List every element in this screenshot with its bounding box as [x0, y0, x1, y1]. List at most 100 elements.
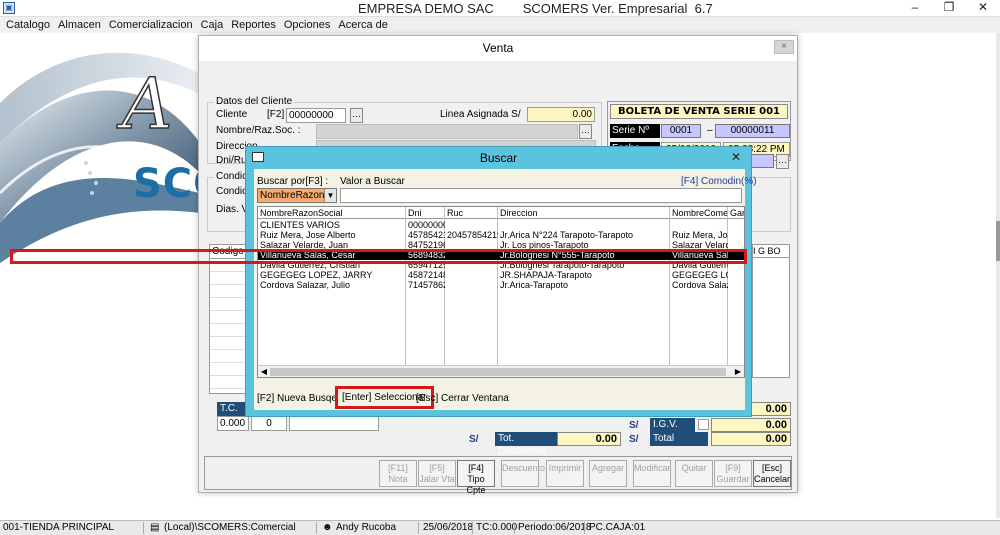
- tipo-cpte-button[interactable]: [F4] Tipo Cpte: [457, 460, 495, 495]
- buscar-por-select[interactable]: NombreRazonSoci ▼: [257, 188, 337, 203]
- tipo-lookup-button[interactable]: …: [776, 154, 789, 169]
- cell-dni: 71457862: [408, 280, 445, 290]
- result-row[interactable]: Ruiz Mera, Jose Alberto 45785421 204578542…: [258, 230, 744, 240]
- scroll-right-icon[interactable]: ▶: [732, 366, 744, 377]
- col-header-ruc[interactable]: Ruc: [445, 207, 498, 219]
- linea-asignada-field[interactable]: 0.00: [527, 107, 595, 122]
- descuento-label: Tot. Descuento: [495, 432, 557, 457]
- restore-button[interactable]: ❐: [932, 0, 966, 17]
- database-icon: ▤: [150, 522, 160, 533]
- venta-title: Venta: [199, 36, 797, 61]
- app-title: EMPRESA DEMO SAC SCOMERS Ver. Empresaria…: [358, 1, 713, 16]
- items-grid-right[interactable]: [752, 258, 790, 378]
- cell-nombre: Ruiz Mera, Jose Alberto: [260, 230, 356, 240]
- nombre-field[interactable]: [316, 124, 578, 139]
- cerrar-ventana-hint[interactable]: [Esc] Cerrar Ventana: [416, 393, 509, 404]
- numero-field[interactable]: 00000011: [715, 124, 790, 138]
- imprimir-button[interactable]: Imprimir: [546, 460, 584, 487]
- items-grid-right-header: I G BO ▲: [752, 244, 790, 268]
- col-header-nombre[interactable]: NombreRazonSocial: [258, 207, 406, 219]
- descuento-button[interactable]: Descuento: [501, 460, 545, 487]
- total-currency: S/: [629, 434, 639, 445]
- scroll-thumb[interactable]: [270, 368, 726, 376]
- jalar-vta-button[interactable]: [F5] Jalar Vta: [418, 460, 456, 487]
- igv-label: I.G.V.(18%): [650, 418, 695, 443]
- descuento-value: 0.00: [557, 432, 621, 446]
- cell-nombre-comercial: GEGEGEG LOPEZ: [672, 270, 728, 280]
- buscar-close-button[interactable]: ✕: [727, 149, 745, 165]
- cell-dni: 00000000: [408, 220, 445, 230]
- status-pc: PC.CAJA:01: [589, 522, 646, 533]
- chevron-down-icon[interactable]: ▼: [324, 189, 336, 202]
- venta-toolbar: [F11] Nota [F5] Jalar Vta [F4] Tipo Cpte De…: [204, 456, 792, 495]
- status-tienda: 001-TIENDA PRINCIPAL: [3, 522, 114, 533]
- valor-buscar-input[interactable]: [340, 188, 742, 203]
- nombre-lookup-button[interactable]: …: [579, 124, 592, 139]
- cell-ruc: 20457854219: [447, 230, 498, 240]
- buscar-body: Buscar por[F3] : Valor a Buscar [F4] Com…: [254, 169, 757, 410]
- tc-second-field[interactable]: 0: [251, 416, 287, 431]
- venta-close-button[interactable]: ×: [774, 40, 794, 54]
- status-database: (Local)\SCOMERS:Comercial: [164, 522, 296, 533]
- nueva-busqueda-hint[interactable]: [F2] Nueva Busqeda: [257, 393, 348, 404]
- menu-caja[interactable]: Caja: [197, 19, 228, 31]
- close-button[interactable]: ✕: [966, 0, 1000, 17]
- cliente-label: Cliente: [216, 109, 248, 120]
- quitar-button[interactable]: Quitar: [675, 460, 713, 487]
- result-row[interactable]: Cordova Salazar, Julio 71457862 Jr.Arica-T…: [258, 280, 744, 290]
- result-row[interactable]: CLIENTES VARIOS 00000000: [258, 220, 744, 230]
- status-periodo: Periodo:06/2018: [518, 522, 592, 533]
- nota-button[interactable]: [F11] Nota: [379, 460, 417, 487]
- menu-opciones[interactable]: Opciones: [280, 19, 334, 31]
- result-row[interactable]: Villanueva Salas, Cesar 56894832 Jr.Bologn…: [258, 250, 744, 260]
- cell-direccion: Jr.Arica-Tarapoto: [500, 280, 569, 290]
- cliente-code-field[interactable]: 00000000: [286, 108, 346, 123]
- cell-direccion: JR.SHAPAJA-Tarapoto: [500, 270, 592, 280]
- cell-dni: 84752196: [408, 240, 445, 250]
- menu-catalogo[interactable]: Catalogo: [2, 19, 54, 31]
- serie-field[interactable]: 0001: [661, 124, 701, 138]
- cliente-search-button[interactable]: …: [350, 108, 363, 123]
- menu-almacen[interactable]: Almacen: [54, 19, 105, 31]
- cell-nombre: Salazar Velarde, Juan: [260, 240, 349, 250]
- scroll-left-icon[interactable]: ◀: [258, 366, 270, 377]
- cell-nombre-comercial: Villanueva Salas: [672, 250, 728, 260]
- col-header-nombre-comercial[interactable]: NombreComerci: [670, 207, 728, 219]
- tc-third-field[interactable]: [289, 416, 379, 431]
- results-table[interactable]: NombreRazonSocial Dni Ruc Direccion Nomb…: [257, 206, 745, 378]
- total-label: Total: [650, 432, 708, 446]
- cell-nombre-comercial: Ruiz Mera, Jose: [672, 230, 728, 240]
- result-row[interactable]: Davila Gutierrez, Cristian 65947129 Jr.Bol…: [258, 260, 744, 270]
- datos-cliente-label: Datos del Cliente: [214, 96, 295, 107]
- igv-checkbox[interactable]: [698, 419, 709, 430]
- serie-label: Serie Nº: [610, 124, 660, 138]
- cancelar-button[interactable]: [Esc] Cancelar: [753, 460, 791, 487]
- col-header-dni[interactable]: Dni: [406, 207, 445, 219]
- minimize-button[interactable]: –: [898, 0, 932, 17]
- agregar-button[interactable]: Agregar: [589, 460, 627, 487]
- cell-direccion: Jr.Bolognesi N°555-Tarapoto: [500, 250, 615, 260]
- status-bar: 001-TIENDA PRINCIPAL ▤ (Local)\SCOMERS:C…: [0, 520, 1000, 535]
- cell-direccion: Jr.Bolognesi Tarapoto-Tarapoto: [500, 260, 625, 270]
- igv-value: 0.00: [711, 418, 791, 432]
- col-header-direccion[interactable]: Direccion: [498, 207, 670, 219]
- modificar-button[interactable]: Modificar: [633, 460, 671, 487]
- cell-nombre: Villanueva Salas, Cesar: [260, 250, 356, 260]
- menu-comercializacion[interactable]: Comercializacion: [105, 19, 197, 31]
- results-horizontal-scrollbar[interactable]: ◀ ▶: [258, 365, 744, 377]
- guardar-button[interactable]: [F9] Guardar: [714, 460, 752, 487]
- menu-bar: Catalogo Almacen Comercializacion Caja R…: [0, 17, 1000, 33]
- cliente-key-hint: [F2]: [267, 109, 285, 120]
- cell-nombre: GEGEGEG LOPEZ, JARRY: [260, 270, 373, 280]
- cell-nombre-comercial: Davila Gutierrez: [672, 260, 728, 270]
- menu-reportes[interactable]: Reportes: [227, 19, 280, 31]
- desktop-scrollbar[interactable]: [996, 33, 1000, 518]
- igv-currency: S/: [629, 420, 639, 431]
- linea-asignada-label: Linea Asignada S/: [440, 109, 521, 120]
- result-row[interactable]: GEGEGEG LOPEZ, JARRY 45872148 JR.SHAPAJA-T…: [258, 270, 744, 280]
- menu-acerca-de[interactable]: Acerca de: [334, 19, 392, 31]
- col-header-gara[interactable]: Gara: [728, 207, 744, 219]
- results-table-header: NombreRazonSocial Dni Ruc Direccion Nomb…: [258, 207, 744, 219]
- tc-field[interactable]: 0.000: [217, 416, 249, 431]
- result-row[interactable]: Salazar Velarde, Juan 84752196 Jr. Los pin…: [258, 240, 744, 250]
